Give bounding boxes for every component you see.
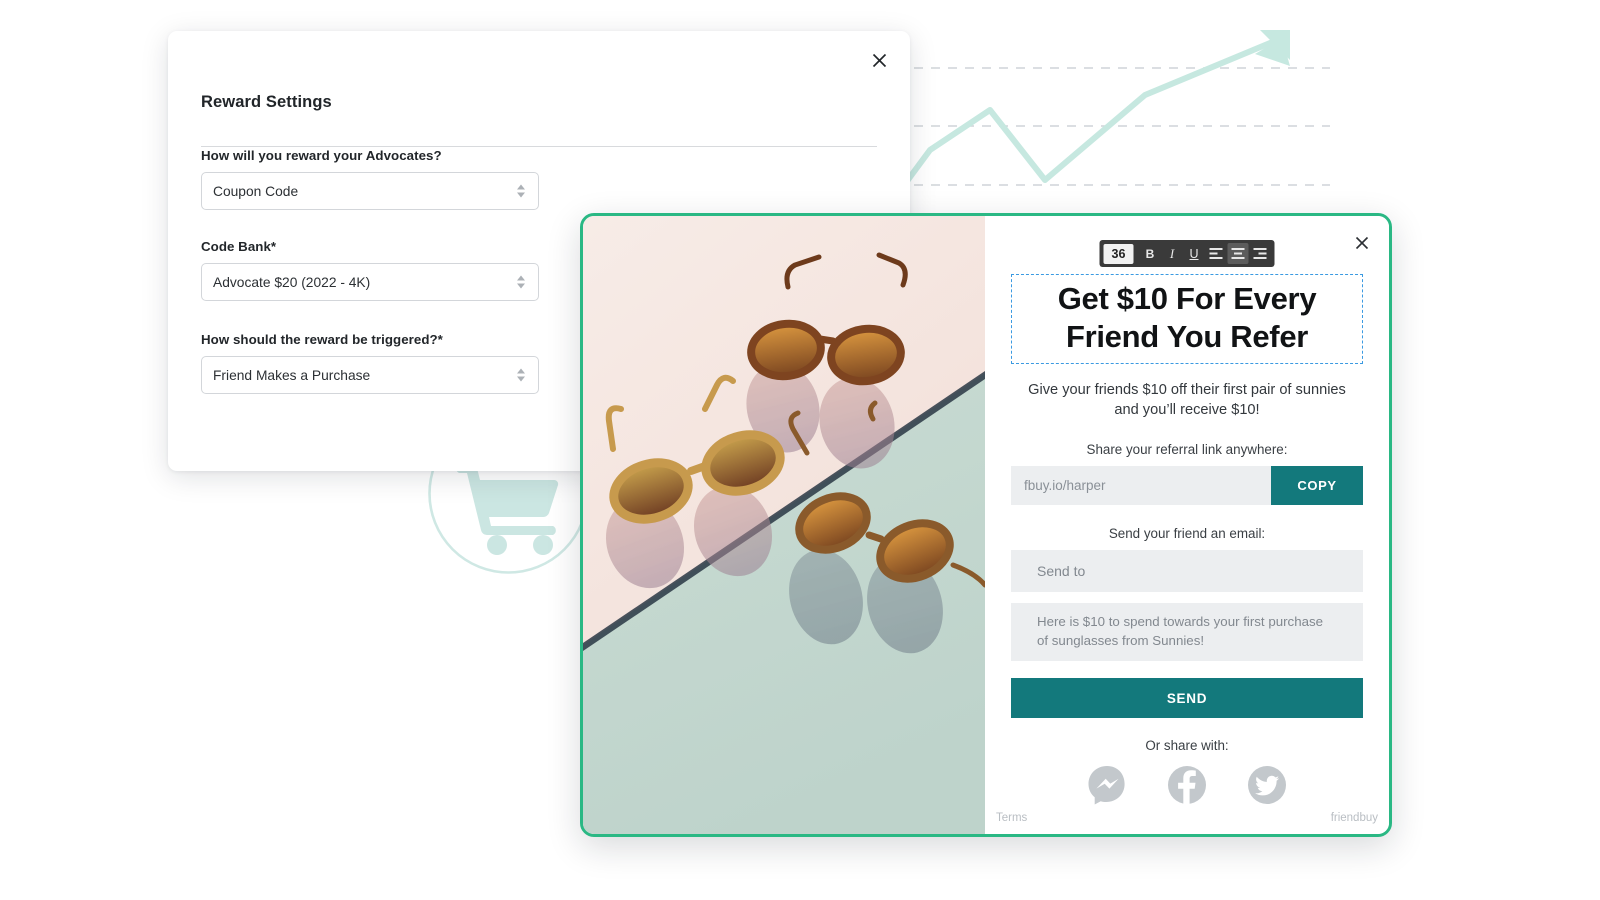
page-title: Reward Settings	[201, 93, 332, 111]
subheadline-text: Give your friends $10 off their first pa…	[1028, 382, 1346, 419]
referral-link-input[interactable]	[1011, 466, 1271, 506]
field-label: How should the reward be triggered?*	[201, 332, 443, 347]
message-textarea[interactable]	[1011, 603, 1363, 662]
share-link-label: Share your referral link anywhere:	[1086, 442, 1288, 458]
social-share-row	[1011, 764, 1363, 806]
field-label: Code Bank*	[201, 239, 277, 254]
select-value: Friend Makes a Purchase	[213, 367, 371, 383]
align-left-glyph	[1209, 248, 1223, 259]
font-size-input[interactable]	[1103, 243, 1134, 264]
field-code-bank: Code Bank* Advocate $20 (2022 - 4K)	[201, 239, 541, 301]
sunglasses-photo	[583, 216, 985, 834]
close-glyph	[872, 53, 886, 67]
field-reward-trigger: How should the reward be triggered?* Fri…	[201, 332, 541, 394]
bold-button[interactable]: B	[1140, 243, 1161, 264]
copy-button[interactable]: COPY	[1271, 466, 1363, 506]
brand-label: friendbuy	[1330, 812, 1378, 824]
align-right-icon[interactable]	[1250, 243, 1271, 264]
stepper-icon	[517, 368, 525, 382]
close-icon[interactable]	[862, 43, 896, 77]
share-with-label: Or share with:	[1145, 738, 1229, 754]
field-reward-type: How will you reward your Advocates? Coup…	[201, 148, 541, 210]
send-to-input[interactable]	[1011, 550, 1363, 593]
reward-trigger-select[interactable]: Friend Makes a Purchase	[201, 356, 539, 394]
facebook-icon[interactable]	[1166, 764, 1208, 806]
terms-link[interactable]: Terms	[996, 812, 1027, 824]
select-value: Coupon Code	[213, 183, 299, 199]
code-bank-select[interactable]: Advocate $20 (2022 - 4K)	[201, 263, 539, 301]
reward-type-select[interactable]: Coupon Code	[201, 172, 539, 210]
text-editor-toolbar: B I U	[1099, 240, 1275, 267]
underline-button[interactable]: U	[1184, 243, 1205, 264]
headline-text: Get $10 For Every Friend You Refer	[1057, 281, 1317, 354]
align-center-icon[interactable]	[1227, 243, 1249, 264]
italic-button[interactable]: I	[1162, 243, 1183, 264]
close-icon[interactable]	[1347, 228, 1377, 258]
select-value: Advocate $20 (2022 - 4K)	[213, 274, 371, 290]
align-right-glyph	[1253, 248, 1267, 259]
align-left-icon[interactable]	[1206, 243, 1227, 264]
stepper-icon	[517, 184, 525, 198]
referral-link-row: COPY	[1011, 466, 1363, 506]
twitter-icon[interactable]	[1246, 764, 1288, 806]
divider	[201, 146, 877, 147]
widget-footer: Terms friendbuy	[985, 812, 1389, 824]
stepper-icon	[517, 275, 525, 289]
email-section-label: Send your friend an email:	[1108, 526, 1266, 542]
field-label: How will you reward your Advocates?	[201, 148, 442, 163]
close-glyph	[1355, 236, 1369, 250]
messenger-icon[interactable]	[1086, 764, 1128, 806]
referral-widget: B I U	[580, 213, 1392, 837]
screen-root: Reward Settings How will you reward your…	[0, 0, 1600, 900]
headline-edit-region[interactable]: Get $10 For Every Friend You Refer	[1011, 274, 1363, 364]
align-center-glyph	[1231, 248, 1245, 259]
widget-content: B I U	[985, 216, 1389, 834]
send-button[interactable]: SEND	[1011, 678, 1363, 719]
